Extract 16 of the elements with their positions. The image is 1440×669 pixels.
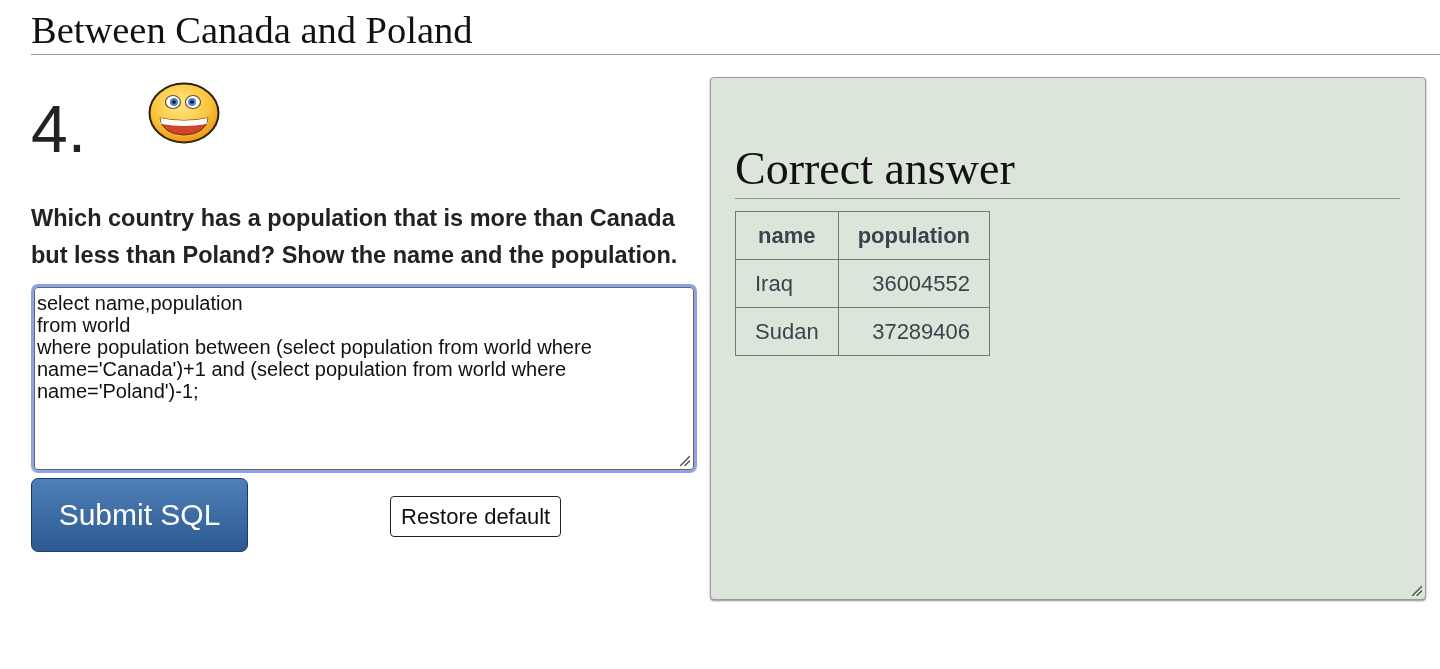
restore-default-button[interactable]: Restore default <box>390 496 562 537</box>
resize-grip-icon[interactable] <box>679 455 690 466</box>
resize-grip-icon[interactable] <box>1411 585 1422 596</box>
sql-input-field[interactable]: select name,population from world where population between (select population from world where name='Canada')+1 and (select population from world where name='Poland')-1; <box>31 284 697 473</box>
smiley-icon <box>148 82 220 144</box>
table-cell: Iraq <box>735 259 839 308</box>
table-header-cell: name <box>735 211 839 260</box>
submit-sql-button[interactable]: Submit SQL <box>31 478 248 552</box>
table-cell: Sudan <box>735 307 839 356</box>
result-heading: Correct answer <box>735 144 1015 194</box>
table-cell: 36004552 <box>838 259 990 308</box>
page-title: Between Canada and Poland <box>31 8 473 52</box>
table-header-cell: population <box>838 211 990 260</box>
question-number: 4. <box>31 96 87 162</box>
table-cell: 37289406 <box>838 307 990 356</box>
question-text: Which country has a population that is more than Canada but less than Poland? Show the name and the population. <box>31 204 679 270</box>
